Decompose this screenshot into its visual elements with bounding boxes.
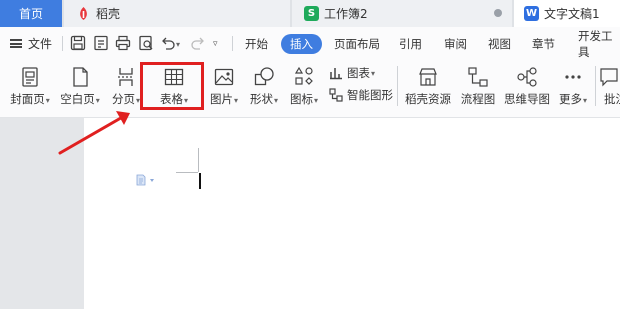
icon-label: 图标	[289, 92, 313, 106]
file-menu-label: 文件	[28, 37, 53, 51]
divider	[232, 36, 233, 51]
chart-button[interactable]: 图表 ▾	[329, 64, 375, 82]
picture-label: 图片	[209, 92, 233, 106]
tab-workbook-label: 工作簿2	[324, 7, 368, 21]
page-break-label: 分页	[111, 92, 135, 106]
store-icon	[419, 68, 437, 86]
hamburger-icon	[10, 39, 22, 48]
more-label: 更多	[558, 92, 582, 106]
chart-label: 图表	[347, 66, 370, 80]
tab-workbook[interactable]: S 工作簿2	[292, 0, 512, 27]
paragraph-layout-icon[interactable]	[136, 174, 160, 186]
daoke-resources-button[interactable]: 稻壳资源	[404, 60, 452, 112]
divider	[397, 66, 398, 106]
picture-button[interactable]: 图片▾	[206, 60, 242, 112]
comment-button[interactable]: 批注	[598, 60, 620, 112]
smartart-icon	[329, 88, 343, 102]
undo-dropdown-icon[interactable]: ▾	[176, 40, 180, 49]
mindmap-button[interactable]: 思维导图	[503, 60, 551, 112]
print-preview-icon[interactable]	[138, 35, 154, 51]
shape-icon	[254, 67, 274, 86]
menu-view[interactable]: 视图	[488, 27, 511, 60]
tab-bar: 首页 稻壳 S 工作簿2 W 文字文稿1	[0, 0, 620, 27]
flowchart-label: 流程图	[460, 92, 496, 106]
document-page[interactable]	[84, 118, 620, 309]
menu-chapter[interactable]: 章节	[532, 27, 555, 60]
cover-page-button[interactable]: 封面页▾	[8, 60, 52, 112]
close-tab-icon[interactable]	[494, 9, 502, 17]
menu-review[interactable]: 审阅	[444, 27, 467, 60]
annotation-arrow	[58, 111, 130, 155]
shape-label: 形状	[249, 92, 273, 106]
daoke-logo-icon	[76, 6, 91, 21]
more-dots-icon	[565, 75, 581, 79]
flowchart-button[interactable]: 流程图	[458, 60, 498, 112]
icons-library-icon	[294, 66, 313, 85]
text-cursor	[199, 173, 201, 189]
cover-page-icon	[22, 67, 38, 87]
blank-page-icon	[73, 67, 88, 87]
redo-icon[interactable]	[190, 35, 206, 51]
smartart-label: 智能图形	[347, 88, 393, 102]
print-icon[interactable]	[115, 35, 131, 51]
spreadsheet-icon: S	[304, 6, 319, 21]
picture-icon	[214, 68, 234, 86]
menu-bar: 文件 ▾ ▿ 开始 插入 页面布局 引用 审阅 视图 章节 开发工具	[0, 27, 620, 60]
daoke-resources-label: 稻壳资源	[405, 92, 451, 106]
tab-document-label: 文字文稿1	[544, 7, 600, 21]
menu-page-layout[interactable]: 页面布局	[334, 27, 380, 60]
menu-developer[interactable]: 开发工具	[578, 27, 620, 60]
writer-doc-icon: W	[524, 6, 539, 21]
comment-label: 批注	[604, 92, 620, 106]
shape-button[interactable]: 形状▾	[246, 60, 282, 112]
mindmap-label: 思维导图	[504, 92, 550, 106]
icon-button[interactable]: 图标▾	[286, 60, 322, 112]
chart-icon	[330, 68, 342, 80]
file-menu[interactable]: 文件	[10, 27, 52, 60]
table-highlight-box	[140, 62, 204, 110]
tab-home[interactable]: 首页	[0, 0, 62, 27]
tab-home-label: 首页	[18, 7, 43, 21]
save-icon[interactable]	[70, 35, 86, 51]
margin-corner-mark	[176, 172, 198, 173]
mindmap-icon	[517, 67, 537, 87]
menu-start[interactable]: 开始	[245, 27, 268, 60]
menu-references[interactable]: 引用	[399, 27, 422, 60]
more-button[interactable]: 更多▾	[555, 60, 591, 112]
divider	[62, 36, 63, 51]
blank-page-label: 空白页	[60, 92, 95, 106]
flowchart-icon	[468, 67, 488, 87]
tab-document[interactable]: W 文字文稿1	[514, 0, 620, 27]
margin-corner-mark	[198, 148, 199, 172]
undo-icon[interactable]	[160, 35, 176, 51]
comment-icon	[600, 68, 618, 87]
smartart-button[interactable]: 智能图形	[329, 86, 393, 104]
tab-daoke-label: 稻壳	[96, 7, 121, 21]
cover-page-label: 封面页	[10, 92, 45, 106]
page-break-icon	[118, 68, 134, 86]
customize-toolbar-icon[interactable]: ▿	[213, 39, 218, 49]
divider	[595, 66, 596, 106]
menu-insert[interactable]: 插入	[281, 34, 322, 54]
tab-daoke[interactable]: 稻壳	[64, 0, 290, 27]
export-pdf-icon[interactable]	[93, 35, 109, 51]
